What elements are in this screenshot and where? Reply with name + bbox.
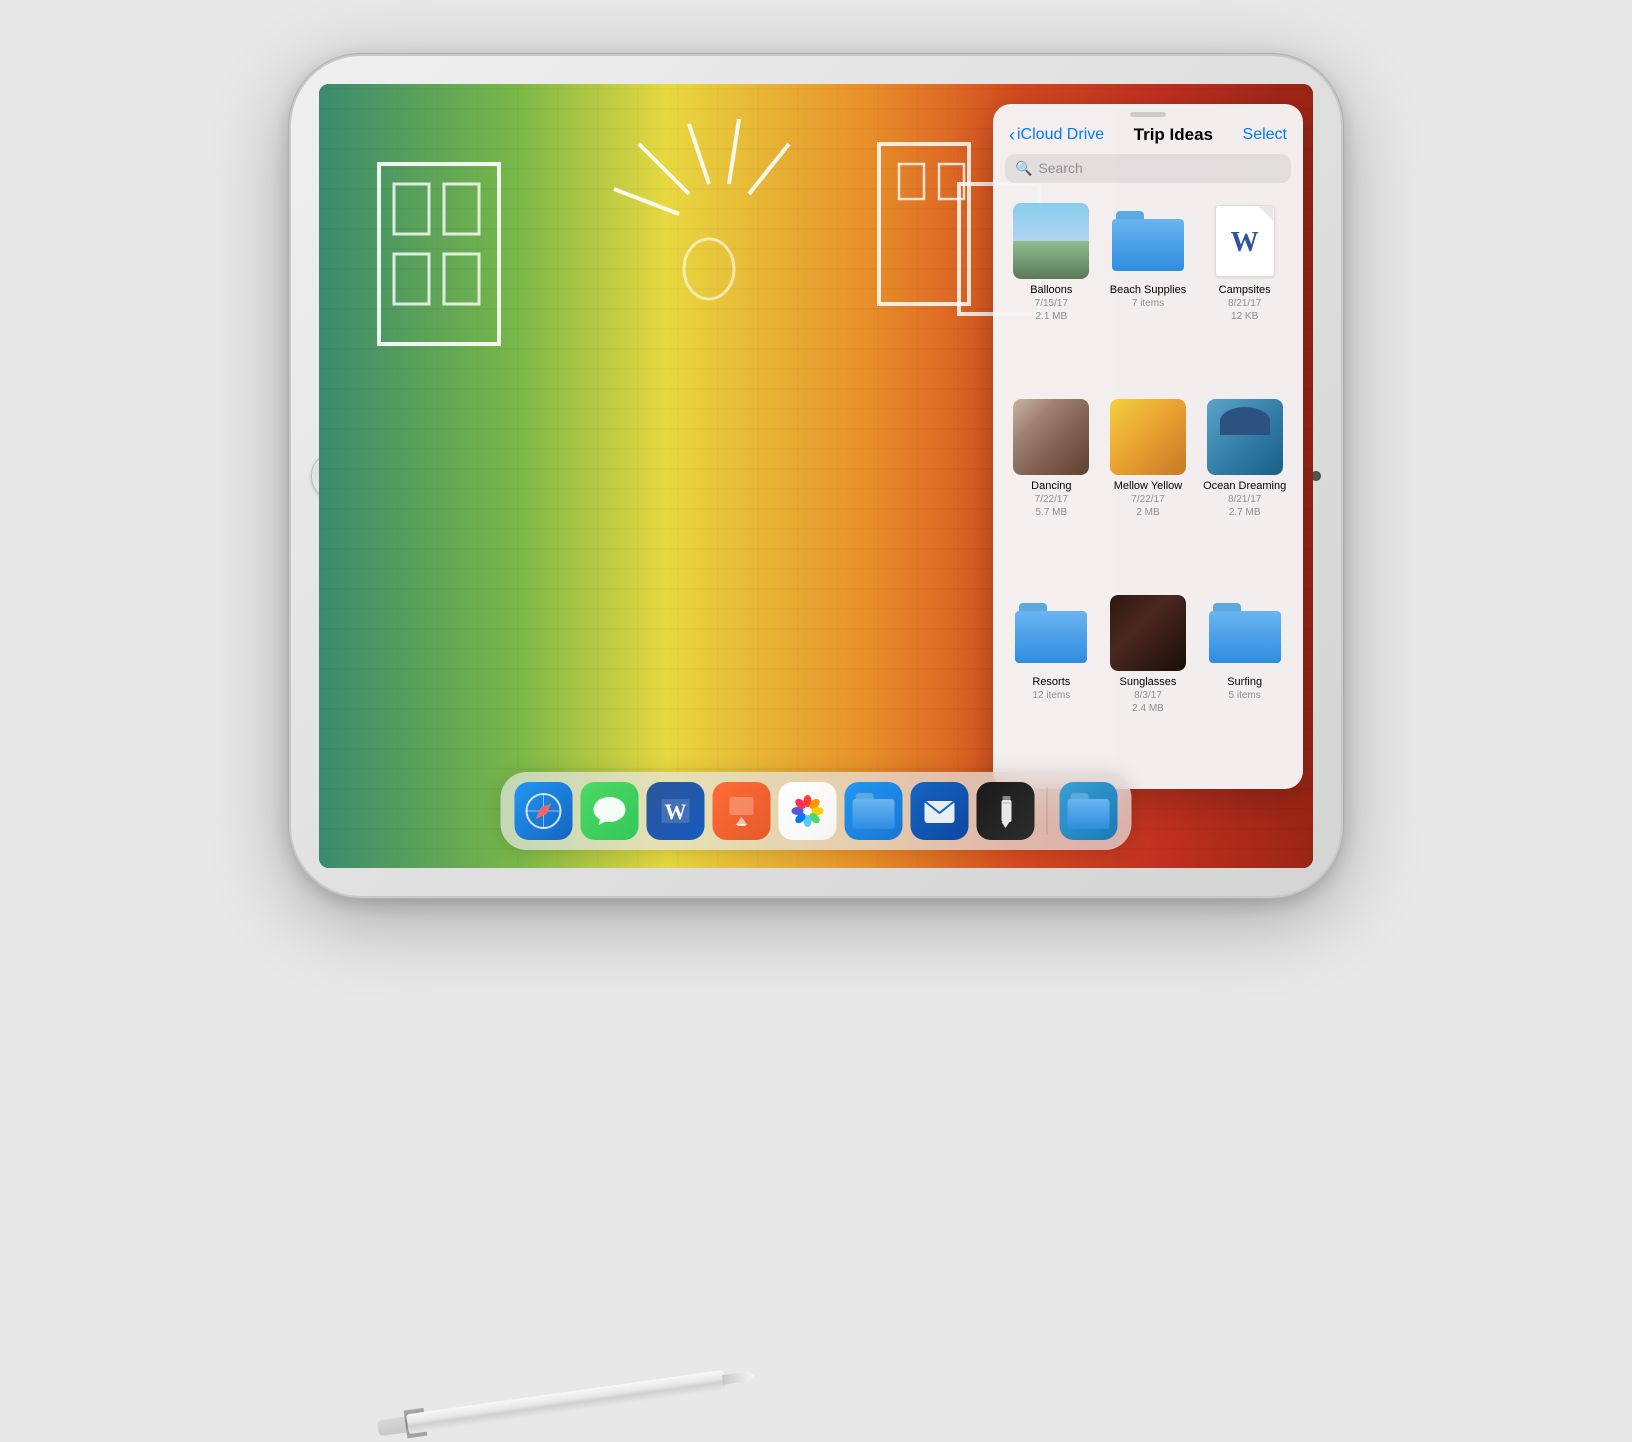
file-name: Dancing bbox=[1031, 480, 1071, 493]
file-name: Beach Supplies bbox=[1110, 284, 1186, 297]
dock-browse[interactable]: Browse bbox=[1060, 782, 1118, 840]
file-thumbnail bbox=[1207, 595, 1283, 671]
safari-icon bbox=[525, 792, 563, 830]
sunglasses-photo bbox=[1110, 595, 1186, 671]
dock-safari[interactable] bbox=[515, 782, 573, 840]
folder-icon bbox=[1209, 603, 1281, 663]
file-meta: 7/15/17 2.1 MB bbox=[1035, 297, 1068, 323]
file-name: Mellow Yellow bbox=[1114, 480, 1182, 493]
photos-icon bbox=[789, 792, 827, 830]
file-meta: 8/21/17 12 KB bbox=[1228, 297, 1261, 323]
pencil-body-element bbox=[376, 1361, 756, 1442]
dock-messages[interactable] bbox=[581, 782, 639, 840]
file-meta: 5 items bbox=[1229, 689, 1261, 702]
file-thumbnail: W bbox=[1207, 203, 1283, 279]
list-item[interactable]: Dancing 7/22/17 5.7 MB bbox=[1005, 393, 1098, 585]
ocean-photo bbox=[1207, 399, 1283, 475]
file-meta: 7/22/17 5.7 MB bbox=[1035, 493, 1068, 519]
file-name: Sunglasses bbox=[1120, 676, 1177, 689]
list-item[interactable]: Mellow Yellow 7/22/17 2 MB bbox=[1102, 393, 1195, 585]
file-thumbnail bbox=[1013, 203, 1089, 279]
file-name: Surfing bbox=[1227, 676, 1262, 689]
file-thumbnail bbox=[1013, 595, 1089, 671]
list-item[interactable]: W Campsites 8/21/17 12 KB bbox=[1198, 197, 1291, 389]
files-grid: Balloons 7/15/17 2.1 MB bbox=[993, 193, 1303, 789]
list-item[interactable]: Resorts 12 items bbox=[1005, 589, 1098, 781]
select-button[interactable]: Select bbox=[1243, 126, 1287, 144]
file-thumbnail bbox=[1110, 399, 1186, 475]
app-dock: W bbox=[501, 772, 1132, 850]
apple-pencil bbox=[376, 1388, 756, 1416]
word-letter: W bbox=[1231, 227, 1259, 259]
back-chevron-icon: ‹ bbox=[1009, 125, 1015, 146]
file-meta: 12 items bbox=[1032, 689, 1070, 702]
file-meta: 8/21/17 2.7 MB bbox=[1228, 493, 1261, 519]
ipad-screen: ‹ iCloud Drive Trip Ideas Select 🔍 Searc… bbox=[319, 84, 1313, 868]
file-thumbnail bbox=[1013, 399, 1089, 475]
search-icon: 🔍 bbox=[1015, 160, 1032, 177]
back-label: iCloud Drive bbox=[1017, 126, 1104, 144]
list-item[interactable]: Surfing 5 items bbox=[1198, 589, 1291, 781]
dock-files[interactable] bbox=[845, 782, 903, 840]
file-meta: 8/3/17 2.4 MB bbox=[1132, 689, 1164, 715]
dancing-photo bbox=[1013, 399, 1089, 475]
panel-drag-handle[interactable] bbox=[1130, 112, 1166, 117]
list-item[interactable]: Beach Supplies 7 items bbox=[1102, 197, 1195, 389]
file-thumbnail bbox=[1207, 399, 1283, 475]
folder-icon bbox=[1112, 211, 1184, 271]
balloons-photo bbox=[1013, 203, 1089, 279]
pencil-shaft bbox=[406, 1369, 726, 1433]
files-panel: ‹ iCloud Drive Trip Ideas Select 🔍 Searc… bbox=[993, 104, 1303, 789]
dock-photos[interactable] bbox=[779, 782, 837, 840]
list-item[interactable]: Ocean Dreaming 8/21/17 2.7 MB bbox=[1198, 393, 1291, 585]
dock-word[interactable]: W bbox=[647, 782, 705, 840]
list-item[interactable]: Sunglasses 8/3/17 2.4 MB bbox=[1102, 589, 1195, 781]
file-thumbnail bbox=[1110, 203, 1186, 279]
dock-pencil-app[interactable] bbox=[977, 782, 1035, 840]
search-bar[interactable]: 🔍 Search bbox=[1005, 154, 1291, 183]
dock-divider bbox=[1047, 787, 1048, 835]
document-icon: W bbox=[1215, 205, 1275, 277]
keynote-icon bbox=[724, 793, 760, 829]
file-name: Balloons bbox=[1030, 284, 1072, 297]
dock-mail[interactable] bbox=[911, 782, 969, 840]
folder-icon bbox=[1015, 603, 1087, 663]
search-placeholder: Search bbox=[1038, 160, 1082, 176]
file-name: Campsites bbox=[1219, 284, 1271, 297]
mellow-photo bbox=[1110, 399, 1186, 475]
messages-icon bbox=[592, 793, 628, 829]
pencil-app-icon bbox=[989, 794, 1023, 828]
scene: ‹ iCloud Drive Trip Ideas Select 🔍 Searc… bbox=[216, 56, 1416, 1336]
svg-text:W: W bbox=[665, 799, 687, 824]
back-button[interactable]: ‹ iCloud Drive bbox=[1009, 125, 1104, 146]
dock-keynote[interactable] bbox=[713, 782, 771, 840]
file-name: Ocean Dreaming bbox=[1203, 480, 1286, 493]
word-icon: W bbox=[658, 793, 694, 829]
list-item[interactable]: Balloons 7/15/17 2.1 MB bbox=[1005, 197, 1098, 389]
files-folder-icon bbox=[853, 793, 895, 829]
pencil-tip bbox=[722, 1369, 755, 1385]
file-meta: 7 items bbox=[1132, 297, 1164, 310]
browse-folder-icon bbox=[1068, 793, 1110, 829]
file-thumbnail bbox=[1110, 595, 1186, 671]
mail-icon bbox=[922, 793, 958, 829]
file-meta: 7/22/17 2 MB bbox=[1131, 493, 1164, 519]
panel-header: ‹ iCloud Drive Trip Ideas Select bbox=[993, 121, 1303, 154]
file-name: Resorts bbox=[1032, 676, 1070, 689]
panel-title: Trip Ideas bbox=[1134, 125, 1213, 145]
ipad-device: ‹ iCloud Drive Trip Ideas Select 🔍 Searc… bbox=[291, 56, 1341, 896]
